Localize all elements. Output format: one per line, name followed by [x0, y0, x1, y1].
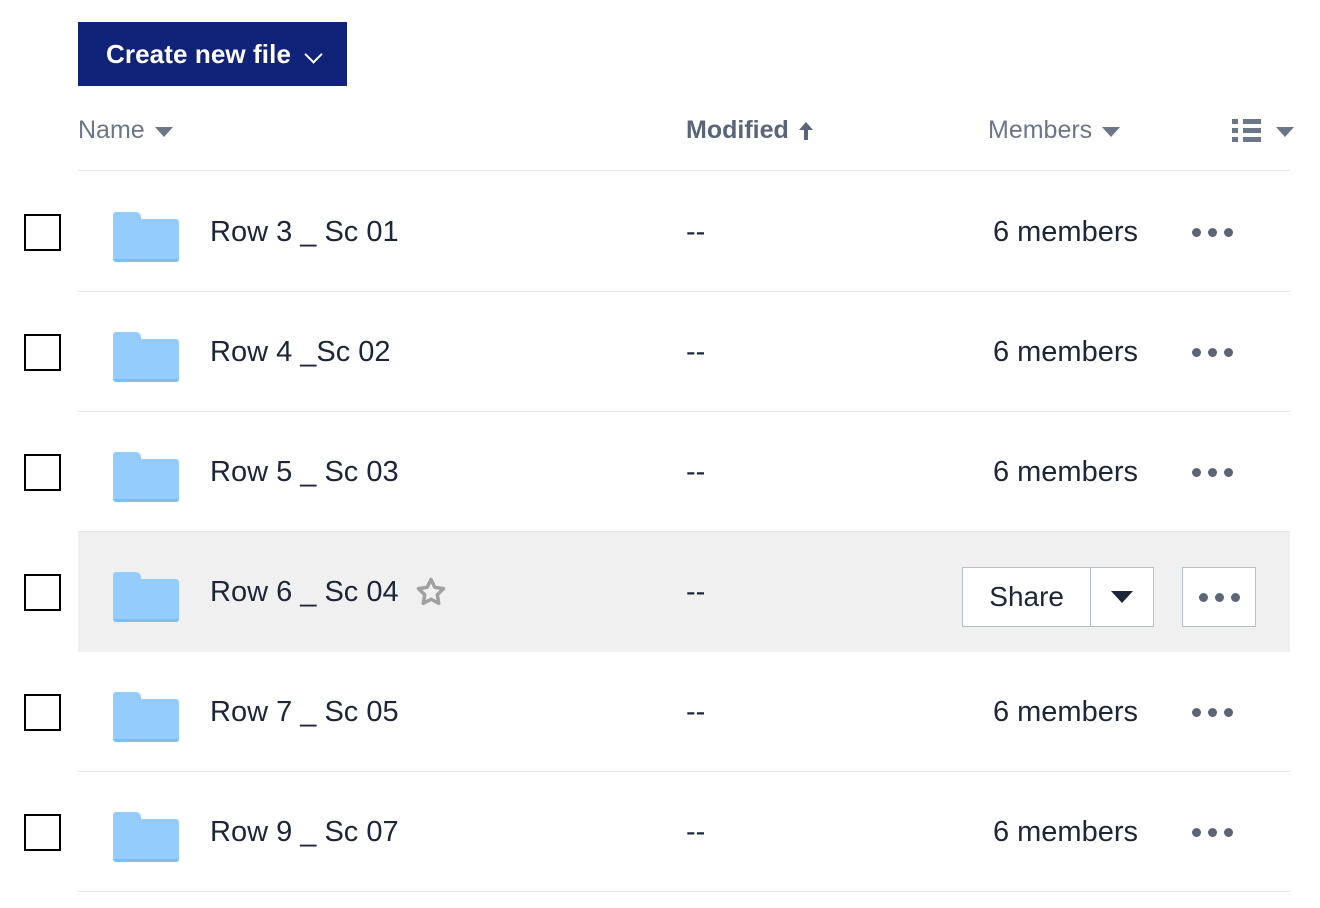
folder-icon[interactable] [113, 572, 179, 622]
triangle-down-icon [1102, 127, 1121, 137]
table-row[interactable]: Row 5 _ Sc 03 -- 6 members [0, 412, 1320, 532]
row-name[interactable]: Row 7 _ Sc 05 [210, 652, 399, 772]
row-name-label: Row 4 _Sc 02 [210, 335, 391, 368]
triangle-down-icon [154, 127, 173, 137]
triangle-down-icon [1276, 126, 1294, 137]
row-checkbox[interactable] [24, 334, 61, 371]
triangle-down-icon [1111, 591, 1133, 603]
table-row[interactable]: Row 4 _Sc 02 -- 6 members [0, 292, 1320, 412]
row-modified: -- [686, 335, 706, 368]
row-members: 6 members [992, 215, 1138, 248]
folder-icon[interactable] [113, 332, 179, 382]
list-view-icon [1232, 118, 1262, 142]
row-overflow-button[interactable] [1182, 567, 1256, 627]
row-name-label: Row 3 _ Sc 01 [210, 215, 399, 248]
row-modified: -- [686, 455, 706, 488]
column-header-row: Name Modified Members [0, 112, 1320, 170]
folder-icon[interactable] [113, 812, 179, 862]
file-browser-page: Create new file Name Modified Members Ro… [0, 0, 1320, 908]
row-checkbox[interactable] [24, 694, 61, 731]
folder-icon[interactable] [113, 452, 179, 502]
table-row[interactable]: Row 6 _ Sc 04 -- Share [0, 532, 1320, 652]
star-outline-icon[interactable] [415, 576, 447, 608]
row-overflow-button[interactable] [1182, 412, 1242, 532]
arrow-up-icon [798, 121, 813, 140]
row-name-label: Row 9 _ Sc 07 [210, 815, 399, 848]
column-header-modified-label: Modified [686, 116, 789, 144]
row-name[interactable]: Row 9 _ Sc 07 [210, 772, 399, 892]
folder-icon[interactable] [113, 692, 179, 742]
column-header-name[interactable]: Name [78, 116, 173, 145]
row-modified: -- [686, 815, 706, 848]
row-modified: -- [686, 695, 706, 728]
column-header-members-label: Members [988, 116, 1093, 144]
table-row[interactable]: Row 3 _ Sc 01 -- 6 members [0, 172, 1320, 292]
table-row[interactable]: Row 7 _ Sc 05 -- 6 members [0, 652, 1320, 772]
share-button[interactable]: Share [962, 567, 1090, 627]
row-members: 6 members [992, 455, 1138, 488]
row-name-label: Row 7 _ Sc 05 [210, 695, 399, 728]
row-members: 6 members [992, 335, 1138, 368]
row-checkbox[interactable] [24, 454, 61, 491]
row-members: 6 members [992, 695, 1138, 728]
row-overflow-button[interactable] [1182, 292, 1242, 412]
column-header-modified[interactable]: Modified [686, 116, 813, 145]
row-overflow-button[interactable] [1182, 772, 1242, 892]
row-name-label: Row 6 _ Sc 04 [210, 575, 399, 608]
column-header-name-label: Name [78, 116, 145, 144]
row-name[interactable]: Row 3 _ Sc 01 [210, 172, 399, 292]
row-name-label: Row 5 _ Sc 03 [210, 455, 399, 488]
row-checkbox[interactable] [24, 214, 61, 251]
create-new-file-button[interactable]: Create new file [78, 22, 348, 86]
chevron-down-icon [305, 48, 325, 60]
row-overflow-button[interactable] [1182, 172, 1242, 292]
share-dropdown-button[interactable] [1090, 567, 1154, 627]
create-new-file-label: Create new file [106, 39, 292, 69]
row-name[interactable]: Row 4 _Sc 02 [210, 292, 391, 412]
share-split-button[interactable]: Share [962, 567, 1154, 627]
row-name[interactable]: Row 5 _ Sc 03 [210, 412, 399, 532]
view-options-control[interactable] [1232, 118, 1294, 142]
row-checkbox[interactable] [24, 814, 61, 851]
column-header-members[interactable]: Members [988, 116, 1121, 145]
row-divider [78, 891, 1290, 892]
file-list: Row 3 _ Sc 01 -- 6 members Row 4 _Sc 02 -- 6 … [0, 172, 1320, 892]
row-modified: -- [686, 215, 706, 248]
folder-icon[interactable] [113, 212, 179, 262]
table-row[interactable]: Row 9 _ Sc 07 -- 6 members [0, 772, 1320, 892]
header-divider [78, 170, 1290, 171]
row-overflow-button[interactable] [1182, 652, 1242, 772]
row-checkbox[interactable] [24, 574, 61, 611]
row-members: 6 members [992, 815, 1138, 848]
row-modified: -- [686, 575, 706, 608]
row-name[interactable]: Row 6 _ Sc 04 [210, 532, 447, 652]
